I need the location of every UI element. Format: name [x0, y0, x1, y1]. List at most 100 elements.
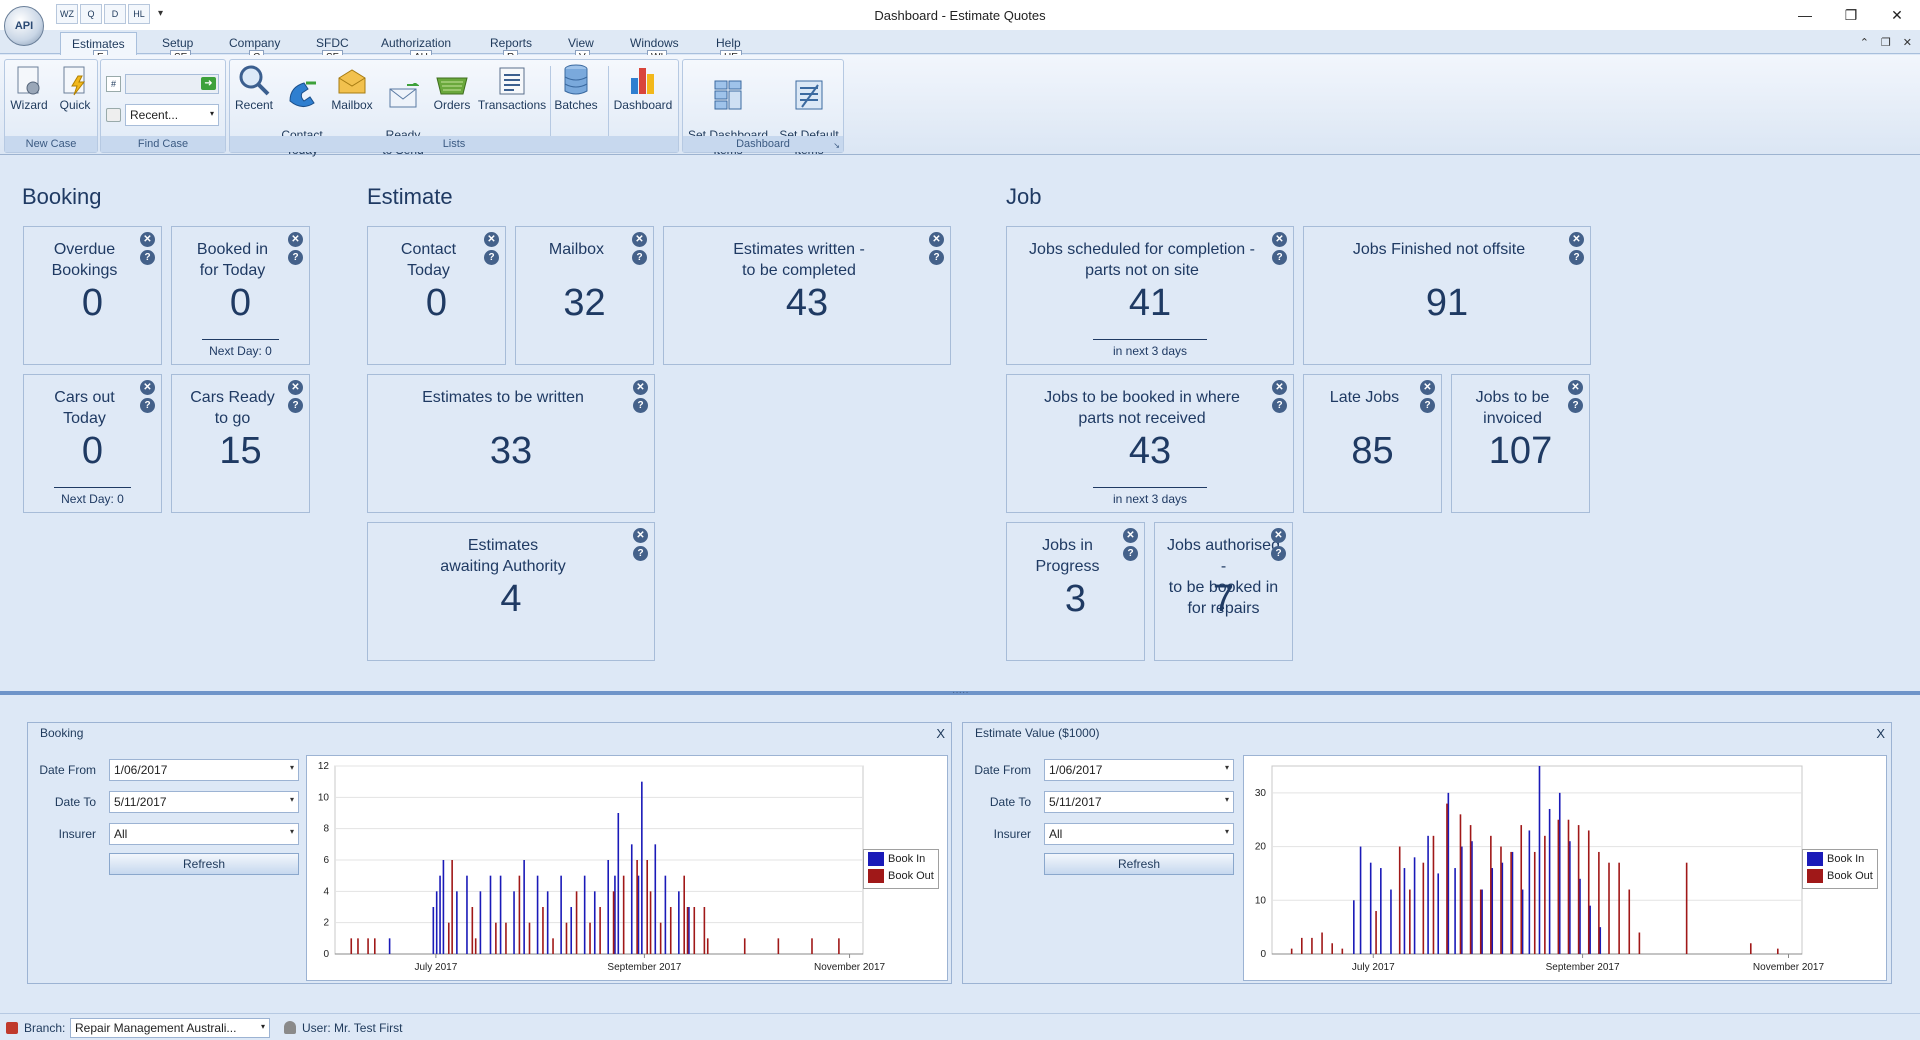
bar-book-out	[1341, 948, 1344, 954]
close-icon[interactable]: ✕	[484, 232, 499, 247]
tab-reports[interactable]: Reports	[490, 36, 532, 50]
tile-overdue-bookings[interactable]: Overdue Bookings 0 ✕ ?	[23, 226, 162, 365]
close-icon[interactable]: ✕	[288, 380, 303, 395]
help-icon[interactable]: ?	[633, 398, 648, 413]
help-icon[interactable]: ?	[632, 250, 647, 265]
date-to-field[interactable]: 5/11/2017 ▾	[109, 791, 299, 813]
dialog-launcher-icon[interactable]: ↘	[833, 141, 840, 150]
tile-estimates-written[interactable]: Estimates written - to be completed 43 ✕…	[663, 226, 951, 365]
tile-jobs-in-progress[interactable]: Jobs in Progress 3 ✕ ?	[1006, 522, 1145, 661]
help-icon[interactable]: ?	[288, 398, 303, 413]
close-icon[interactable]: ✕	[633, 380, 648, 395]
help-icon[interactable]: ?	[1420, 398, 1435, 413]
close-icon[interactable]: ✕	[1568, 380, 1583, 395]
date-to-value: 5/11/2017	[1049, 795, 1102, 809]
dashboard-button[interactable]: Dashboard	[610, 64, 676, 113]
tab-authorization[interactable]: Authorization	[381, 36, 451, 50]
wizard-button[interactable]: Wizard	[9, 64, 49, 113]
help-icon[interactable]: ?	[1123, 546, 1138, 561]
chevron-down-icon: ▾	[260, 1022, 265, 1031]
tile-jobs-authorised[interactable]: Jobs authorised - to be booked in for re…	[1154, 522, 1293, 661]
recent-button[interactable]: Recent	[232, 64, 276, 113]
tile-mailbox[interactable]: Mailbox 32 ✕ ?	[515, 226, 654, 365]
tile-jobs-invoiced[interactable]: Jobs to be invoiced 107 ✕ ?	[1451, 374, 1590, 513]
close-icon[interactable]: ✕	[140, 380, 155, 395]
tab-company[interactable]: Company	[229, 36, 280, 50]
tab-sfdc[interactable]: SFDC	[316, 36, 349, 50]
tab-view[interactable]: View	[568, 36, 594, 50]
help-icon[interactable]: ?	[1272, 250, 1287, 265]
mdi-restore-icon[interactable]: ❐	[1881, 36, 1891, 49]
help-icon[interactable]: ?	[140, 250, 155, 265]
close-icon[interactable]: ✕	[1123, 528, 1138, 543]
close-icon[interactable]: ✕	[1569, 232, 1584, 247]
refresh-button[interactable]: Refresh	[109, 853, 299, 875]
help-icon[interactable]: ?	[484, 250, 499, 265]
help-icon[interactable]: ?	[1272, 398, 1287, 413]
close-icon[interactable]: ✕	[1272, 380, 1287, 395]
bar-book-in	[432, 907, 435, 954]
help-icon[interactable]: ?	[288, 250, 303, 265]
close-icon[interactable]: ✕	[1420, 380, 1435, 395]
date-from-field[interactable]: 1/06/2017 ▾	[1044, 759, 1234, 781]
close-icon[interactable]: ✕	[140, 232, 155, 247]
splitter-grip-icon[interactable]: ·····	[952, 687, 969, 698]
application-menu-button[interactable]: API	[4, 6, 44, 46]
tab-windows[interactable]: Windows	[630, 36, 679, 50]
quick-button[interactable]: Quick	[55, 64, 95, 113]
mailbox-button[interactable]: Mailbox	[328, 64, 376, 113]
bar-book-in	[583, 875, 586, 954]
group-dashboard: Set Dashboard Items Set Default Items Da…	[682, 59, 844, 157]
help-icon[interactable]: ?	[1569, 250, 1584, 265]
tile-cars-ready[interactable]: Cars Ready to go 15 ✕ ?	[171, 374, 310, 513]
transactions-button[interactable]: Transactions	[476, 64, 548, 113]
close-icon[interactable]: ✕	[632, 232, 647, 247]
tile-jobs-finished[interactable]: Jobs Finished not offsite 91 ✕ ?	[1303, 226, 1591, 365]
tile-estimates-to-write[interactable]: Estimates to be written 33 ✕ ?	[367, 374, 655, 513]
close-icon[interactable]: ✕	[1272, 232, 1287, 247]
panel-title: Estimate Value ($1000)	[975, 726, 1100, 740]
help-icon[interactable]: ?	[633, 546, 648, 561]
close-icon[interactable]: ✕	[288, 232, 303, 247]
bar-book-in	[593, 891, 596, 954]
tile-jobs-scheduled[interactable]: Jobs scheduled for completion - parts no…	[1006, 226, 1294, 365]
tab-help[interactable]: Help	[716, 36, 741, 50]
bar-book-out	[474, 938, 477, 954]
restore-button[interactable]: ❐	[1828, 0, 1874, 30]
bar-book-in	[1403, 868, 1406, 954]
tile-late-jobs[interactable]: Late Jobs 85 ✕ ?	[1303, 374, 1442, 513]
recent-case-select[interactable]: Recent... ▾	[125, 104, 219, 126]
close-icon[interactable]: X	[1876, 726, 1885, 741]
tile-jobs-booked-parts[interactable]: Jobs to be booked in where parts not rec…	[1006, 374, 1294, 513]
close-icon[interactable]: X	[936, 726, 945, 741]
bar-book-out	[451, 860, 453, 954]
tile-estimates-authority[interactable]: Estimates awaiting Authority 4 ✕ ?	[367, 522, 655, 661]
ribbon-minimize-icon[interactable]: ⌃	[1860, 36, 1869, 49]
branch-select[interactable]: Repair Management Australi... ▾	[70, 1018, 270, 1038]
go-arrow-icon[interactable]: ➜	[201, 77, 216, 90]
tile-title: Jobs scheduled for completion - parts no…	[1029, 241, 1255, 279]
close-icon[interactable]: ✕	[633, 528, 648, 543]
help-icon[interactable]: ?	[1271, 546, 1286, 561]
refresh-button[interactable]: Refresh	[1044, 853, 1234, 875]
tile-contact-today[interactable]: Contact Today 0 ✕ ?	[367, 226, 506, 365]
mdi-close-icon[interactable]: ✕	[1903, 36, 1912, 49]
bar-book-out	[636, 860, 638, 954]
orders-button[interactable]: Orders	[430, 64, 474, 113]
help-icon[interactable]: ?	[140, 398, 155, 413]
close-icon[interactable]: ✕	[1271, 528, 1286, 543]
minimize-button[interactable]: —	[1782, 0, 1828, 30]
tile-cars-out-today[interactable]: Cars out Today 0 Next Day: 0 ✕ ?	[23, 374, 162, 513]
tile-booked-in-today[interactable]: Booked in for Today 0 Next Day: 0 ✕ ?	[171, 226, 310, 365]
tab-setup[interactable]: Setup	[162, 36, 193, 50]
bar-book-in	[1528, 830, 1531, 954]
date-from-field[interactable]: 1/06/2017 ▾	[109, 759, 299, 781]
date-to-field[interactable]: 5/11/2017 ▾	[1044, 791, 1234, 813]
close-button[interactable]: ✕	[1874, 0, 1920, 30]
insurer-select[interactable]: All ▾	[109, 823, 299, 845]
help-icon[interactable]: ?	[1568, 398, 1583, 413]
close-icon[interactable]: ✕	[929, 232, 944, 247]
batches-button[interactable]: Batches	[552, 64, 600, 113]
insurer-select[interactable]: All ▾	[1044, 823, 1234, 845]
help-icon[interactable]: ?	[929, 250, 944, 265]
